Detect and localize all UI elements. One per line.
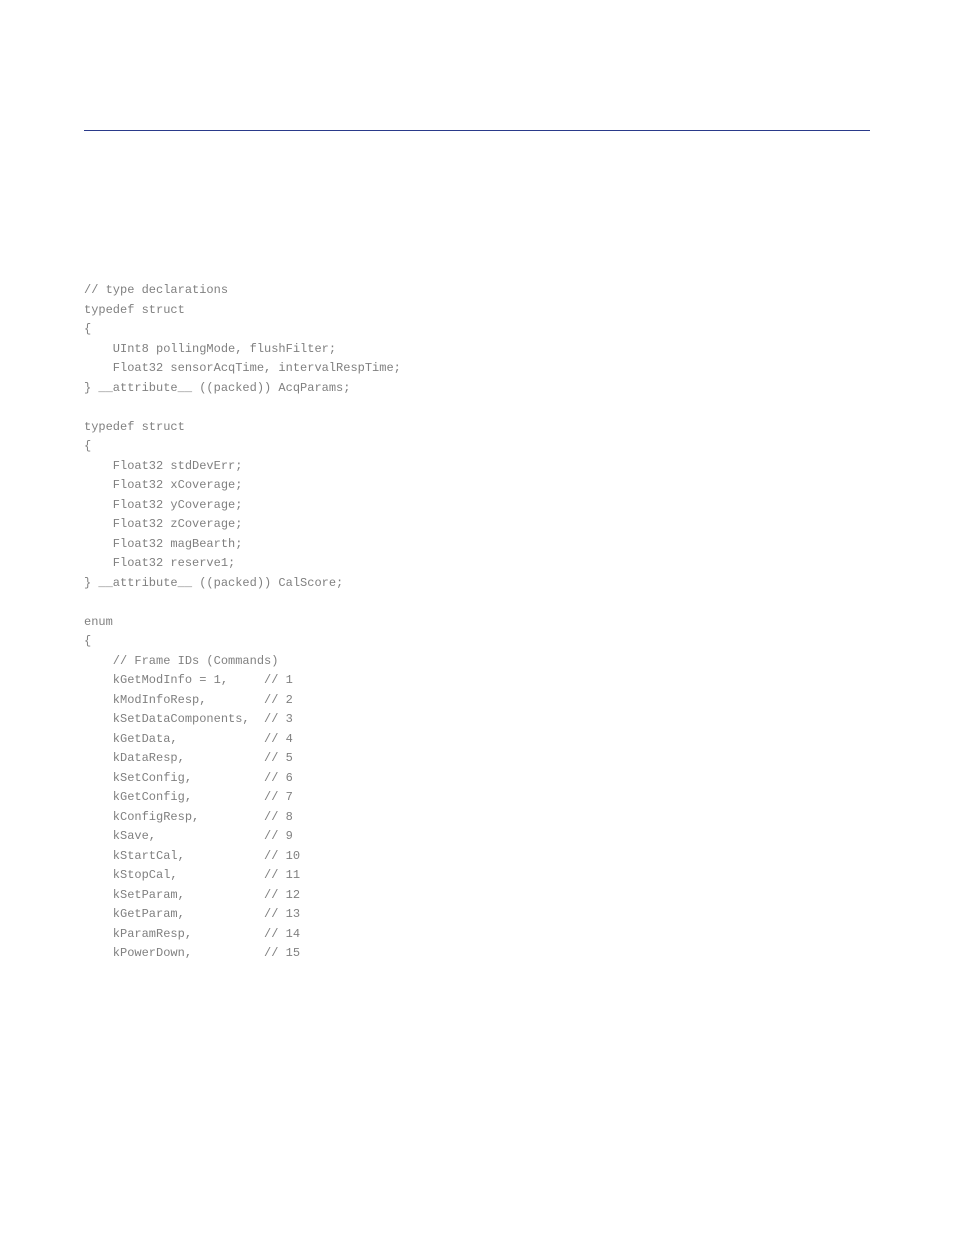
code-block: // type declarations typedef struct { UI…	[84, 281, 870, 964]
document-page: // type declarations typedef struct { UI…	[0, 0, 954, 1235]
header-divider	[84, 130, 870, 131]
